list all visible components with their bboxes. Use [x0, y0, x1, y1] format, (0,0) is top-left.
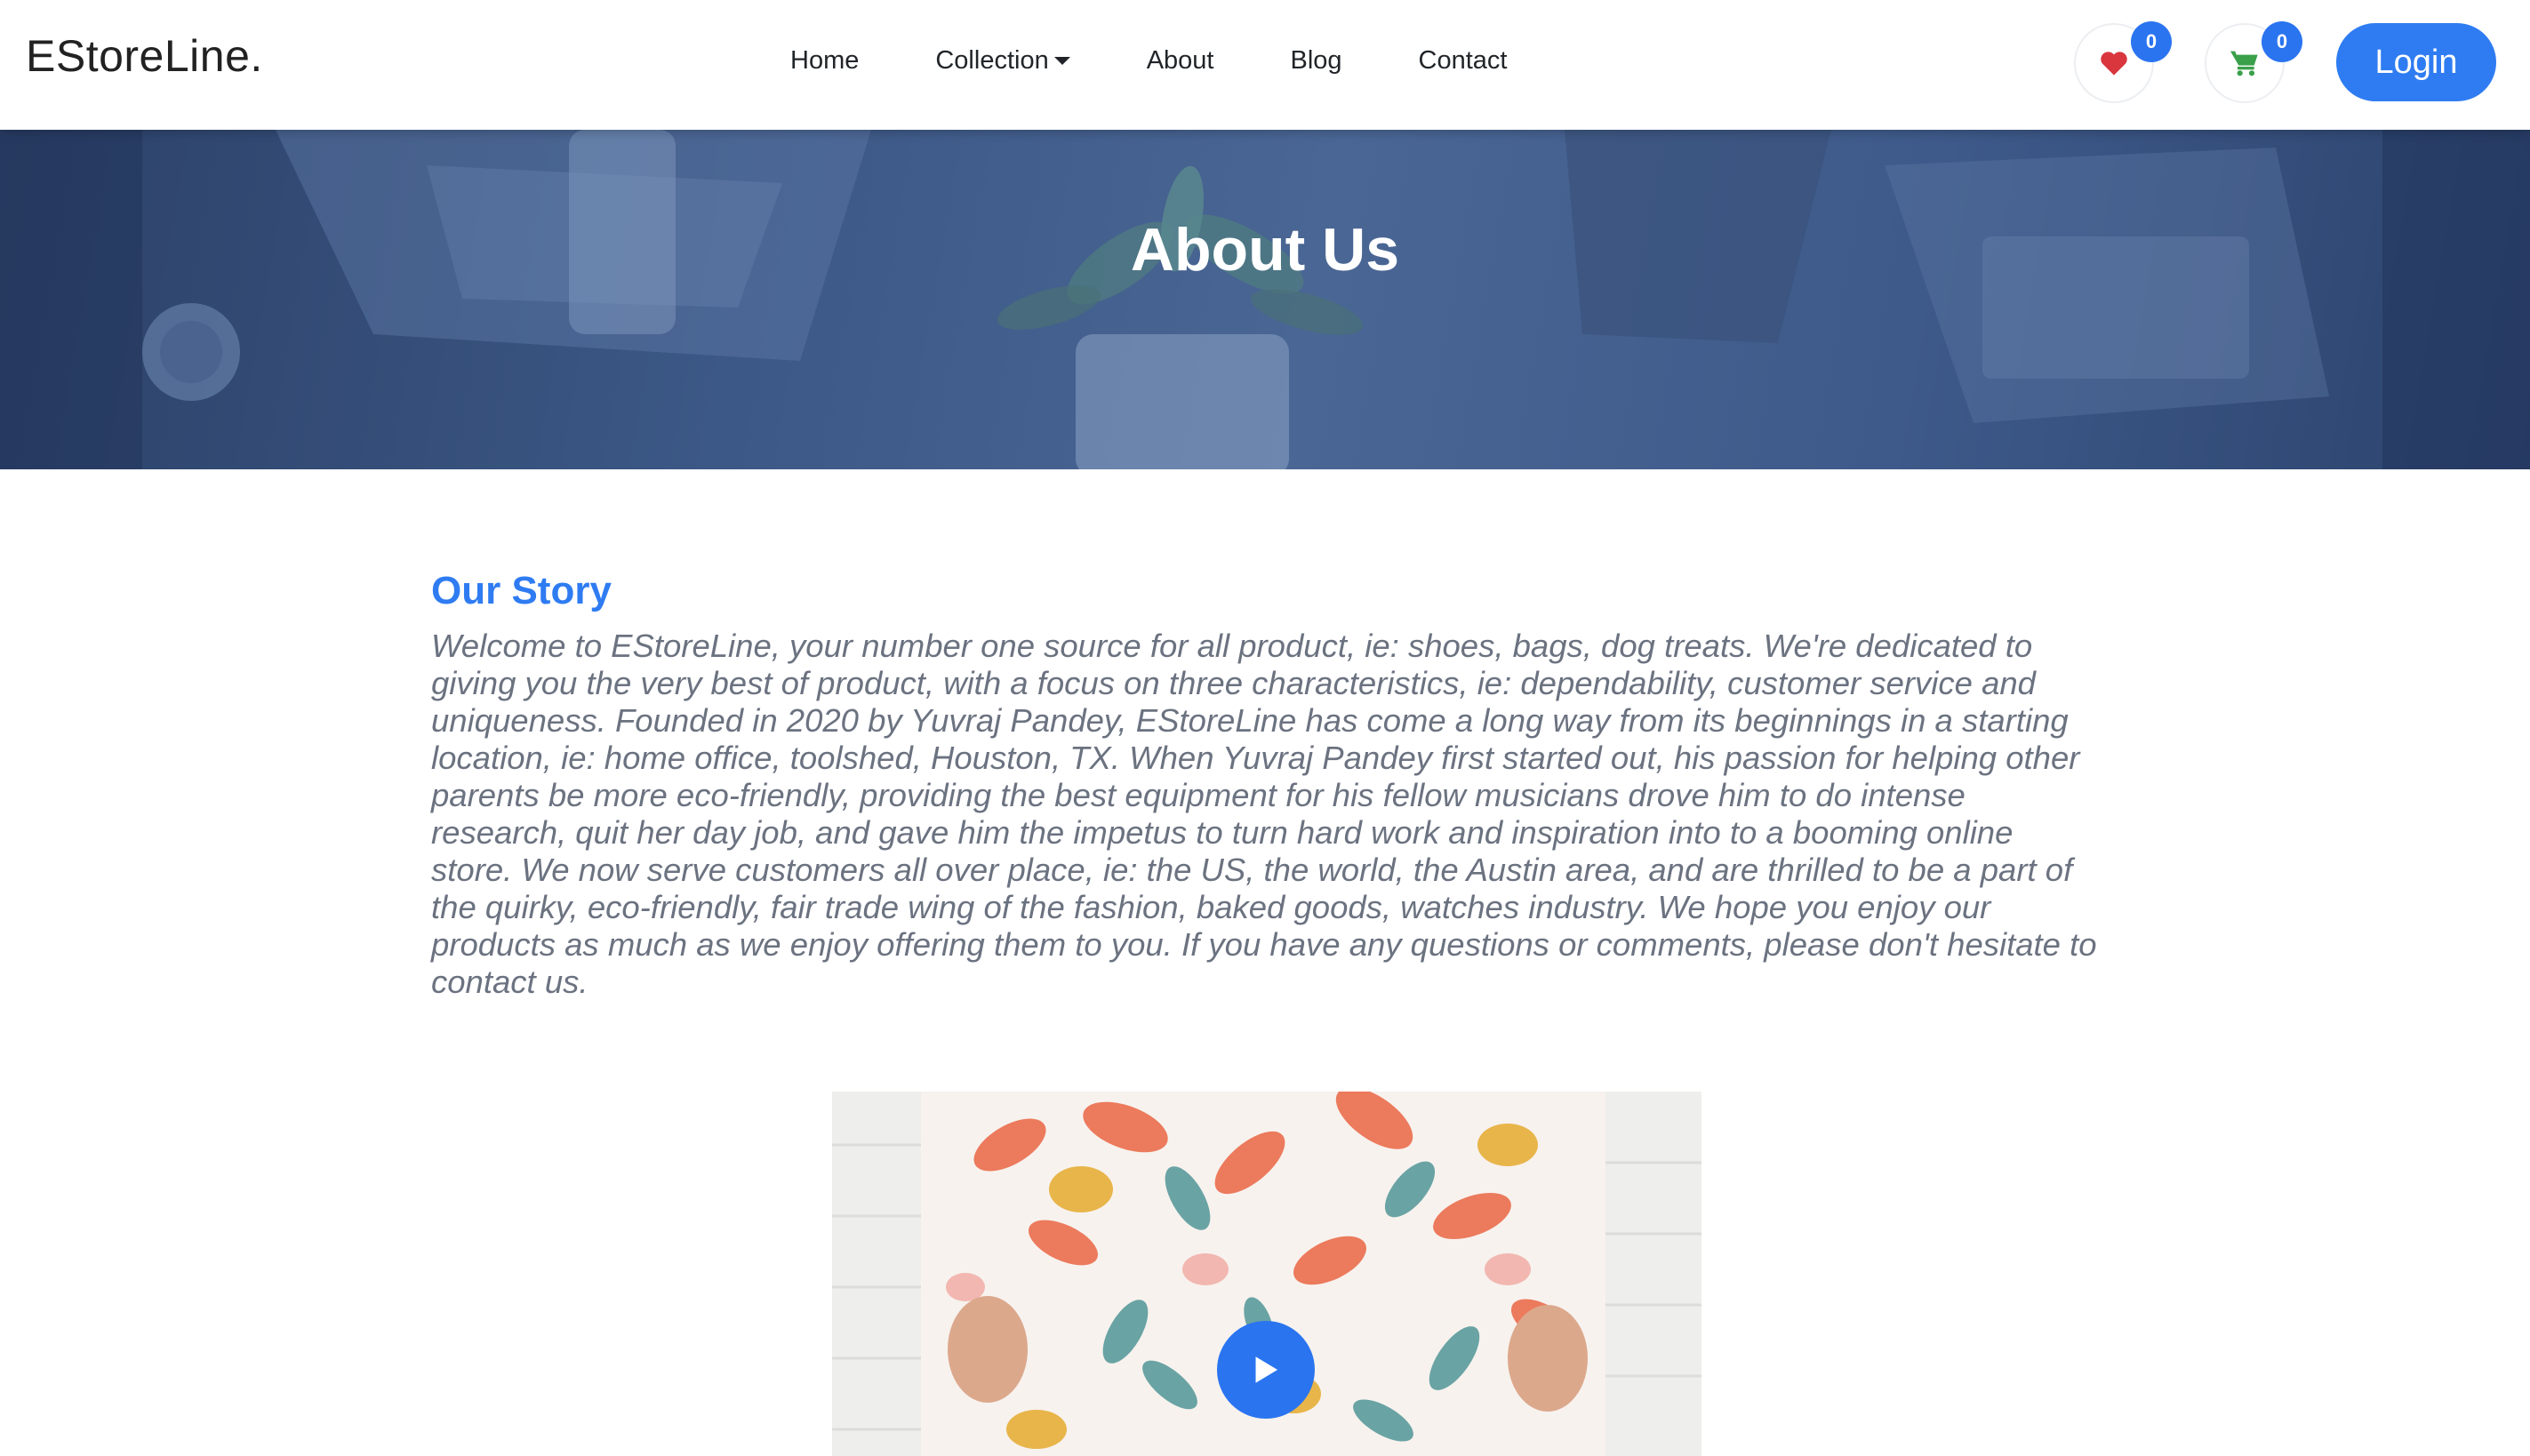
nav-link-contact[interactable]: Contact — [1419, 46, 1508, 76]
story-heading: Our Story — [431, 569, 612, 612]
play-icon — [1255, 1356, 1278, 1383]
login-button[interactable]: Login — [2336, 23, 2496, 101]
navbar: EStoreLine. Home Collection About Blog C… — [0, 0, 2530, 130]
nav-link-collection[interactable]: Collection — [935, 46, 1070, 76]
nav-link-home[interactable]: Home — [790, 46, 859, 76]
cart-button[interactable]: 0 — [2205, 21, 2302, 103]
wishlist-button[interactable]: 0 — [2074, 21, 2172, 103]
caret-down-icon — [1053, 57, 1070, 65]
nav-link-collection-label: Collection — [935, 46, 1049, 75]
nav-link-blog[interactable]: Blog — [1291, 46, 1342, 76]
hero-background-image — [0, 130, 2530, 469]
wishlist-count-badge: 0 — [2131, 21, 2172, 62]
nav-links: Home Collection About Blog Contact — [790, 46, 1584, 76]
heart-icon — [2101, 52, 2127, 76]
play-button[interactable] — [1217, 1321, 1315, 1419]
story-paragraph: Welcome to EStoreLine, your number one s… — [431, 628, 2097, 1000]
nav-link-about[interactable]: About — [1147, 46, 1214, 76]
video-player[interactable] — [832, 1092, 1701, 1456]
page-title: About Us — [1130, 216, 1400, 284]
hero-banner: About Us — [0, 130, 2530, 469]
cart-icon — [2230, 51, 2258, 76]
brand-logo[interactable]: EStoreLine. — [26, 30, 263, 82]
cart-count-badge: 0 — [2262, 21, 2302, 62]
